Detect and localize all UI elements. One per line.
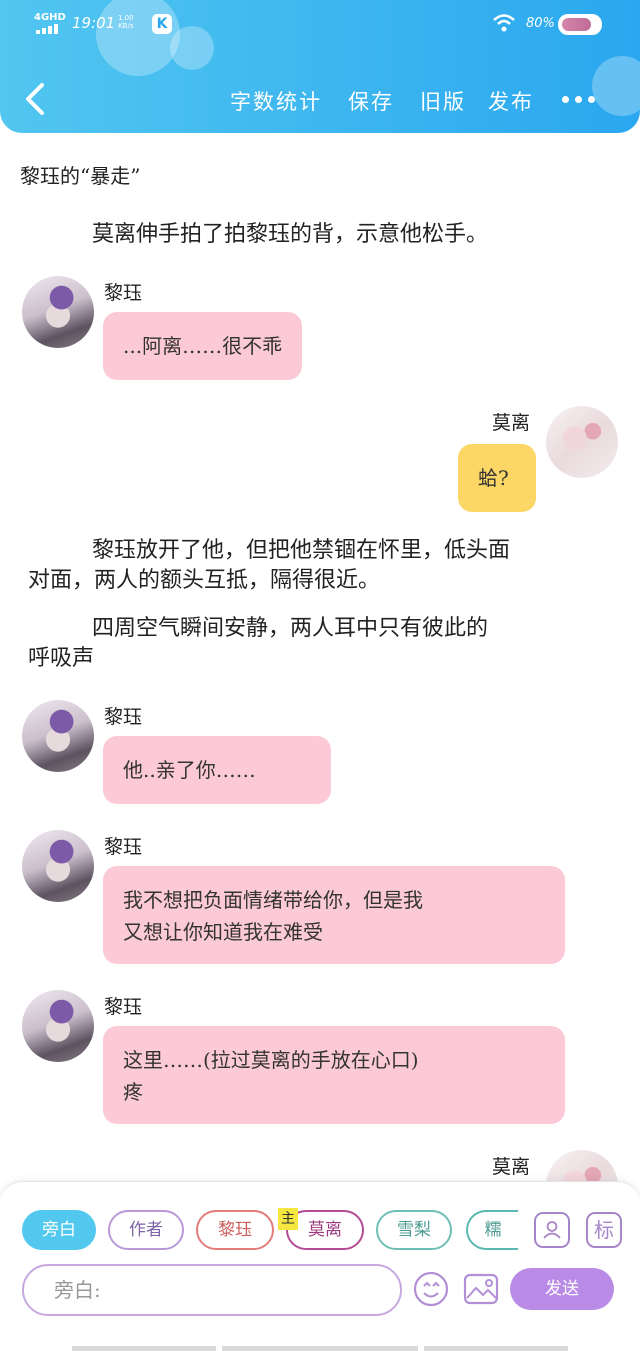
app-header: 4GHD 19:01 1.00 KB/s K 80% 字数统计 保存 旧版 发布 — [0, 0, 640, 133]
role-chip-xueli[interactable]: 雪梨 — [376, 1210, 452, 1250]
speaker-name: 莫离 — [492, 1156, 531, 1178]
speaker-name: 黎珏 — [104, 706, 143, 728]
nav-bar-segment — [222, 1346, 418, 1351]
dialogue-bubble[interactable]: 他..亲了你…… — [103, 736, 331, 804]
role-chip-narration[interactable]: 旁白 — [22, 1210, 96, 1250]
avatar-lizhu[interactable] — [22, 830, 94, 902]
dialogue-bubble[interactable]: 我不想把负面情绪带给你，但是我 又想让你知道我在难受 — [103, 866, 565, 964]
tag-button[interactable]: 标 — [586, 1212, 622, 1248]
speaker-name: 莫离 — [492, 412, 531, 434]
dialogue-bubble[interactable]: 这里……(拉过莫离的手放在心口) 疼 — [103, 1026, 565, 1124]
more-dots-icon[interactable] — [562, 96, 598, 104]
message-input[interactable]: 旁白: — [22, 1264, 402, 1316]
old-version-button[interactable]: 旧版 — [420, 86, 466, 116]
speaker-name: 黎珏 — [104, 996, 143, 1018]
app-k-icon: K — [152, 14, 172, 34]
composer-panel: 旁白 作者 黎珏 莫离 主 雪梨 糯 标 旁白: 发送 — [0, 1181, 640, 1351]
narration-text: 黎珏放开了他，但把他禁锢在怀里，低头面 — [92, 538, 511, 563]
dialogue-line: 疼 — [123, 1080, 143, 1104]
role-chip-nuo[interactable]: 糯 — [466, 1210, 518, 1250]
save-button[interactable]: 保存 — [348, 86, 394, 116]
emoji-icon[interactable] — [412, 1270, 450, 1308]
story-title: 黎珏的“暴走” — [20, 164, 141, 188]
signal-icon — [36, 24, 62, 34]
dialogue-line: 又想让你知道我在难受 — [123, 920, 323, 944]
contact-card-icon[interactable] — [534, 1212, 570, 1248]
narration-text: 四周空气瞬间安静，两人耳中只有彼此的 — [92, 616, 489, 641]
header-actions: 字数统计 保存 旧版 发布 — [0, 86, 640, 116]
dialogue-line: 我不想把负面情绪带给你，但是我 — [123, 888, 423, 912]
dialogue-bubble[interactable]: 蛤? — [458, 444, 536, 512]
narration-text: 对面，两人的额头互抵，隔得很近。 — [28, 568, 381, 593]
network-type: 4GHD — [34, 12, 66, 23]
nav-bar-segment — [424, 1346, 568, 1351]
battery-percent: 80% — [526, 16, 555, 31]
speaker-name: 黎珏 — [104, 836, 143, 858]
avatar-moli[interactable] — [546, 406, 618, 478]
dialogue-line: 这里……(拉过莫离的手放在心口) — [123, 1048, 419, 1072]
dialogue-bubble[interactable]: ...阿离……很不乖 — [103, 312, 303, 380]
status-bar: 4GHD 19:01 1.00 KB/s K 80% — [0, 0, 640, 50]
clock: 19:01 — [72, 14, 116, 32]
avatar-lizhu[interactable] — [22, 990, 94, 1062]
word-count-button[interactable]: 字数统计 — [230, 86, 322, 116]
main-role-mark: 主 — [278, 1208, 298, 1230]
send-button[interactable]: 发送 — [510, 1268, 614, 1310]
avatar-lizhu[interactable] — [22, 276, 94, 348]
battery-icon — [558, 14, 602, 35]
network-speed: 1.00 KB/s — [118, 14, 134, 30]
narration-text: 莫离伸手拍了拍黎珏的背，示意他松手。 — [92, 222, 489, 247]
speaker-name: 黎珏 — [104, 282, 143, 304]
narration-text: 呼吸声 — [28, 646, 95, 671]
nav-bar-segment — [72, 1346, 216, 1351]
role-chip-lizhu[interactable]: 黎珏 — [196, 1210, 274, 1250]
wifi-icon — [493, 14, 515, 32]
publish-button[interactable]: 发布 — [488, 86, 534, 116]
avatar-lizhu[interactable] — [22, 700, 94, 772]
image-icon[interactable] — [462, 1270, 500, 1308]
role-chip-author[interactable]: 作者 — [108, 1210, 184, 1250]
